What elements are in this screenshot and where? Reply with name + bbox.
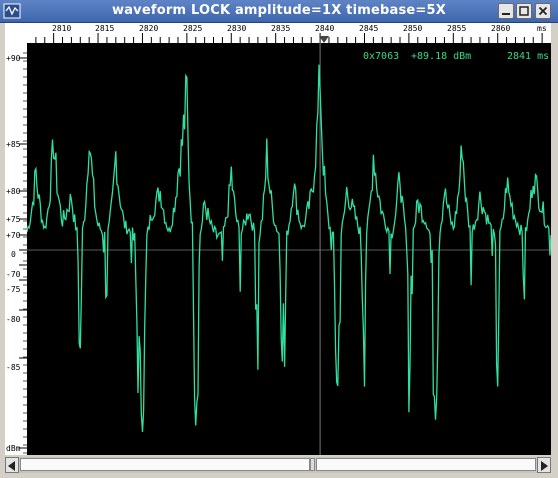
time-unit-label: ms <box>537 24 547 33</box>
waveform-plot[interactable]: 0x7063 +89.18 dBm 2841 ms <box>27 43 551 455</box>
horizontal-scrollbar[interactable] <box>5 457 551 473</box>
waveform-svg <box>27 43 551 455</box>
time-label-2815: 2815 <box>95 24 115 33</box>
level-label-plus70: +70 <box>6 231 21 240</box>
close-icon <box>538 6 548 16</box>
readout-time: 2841 ms <box>507 51 550 62</box>
scroll-right-button[interactable] <box>537 457 551 473</box>
time-ruler[interactable]: 2810 2815 2820 2825 2830 2835 2840 2845 … <box>27 23 551 44</box>
time-label-2835: 2835 <box>271 24 291 33</box>
scroll-thumb-grip[interactable] <box>310 458 315 471</box>
scroll-thumb-left[interactable] <box>20 458 310 471</box>
level-label-plus90: +90 <box>6 54 21 63</box>
level-label-plus85: +85 <box>6 140 21 149</box>
readout-address: 0x7063 <box>363 51 400 62</box>
maximize-button[interactable] <box>516 3 532 19</box>
time-label-2845: 2845 <box>359 24 379 33</box>
waveform-trace <box>27 64 551 433</box>
time-label-2860: 2860 <box>491 24 511 33</box>
minimize-button[interactable] <box>498 3 514 19</box>
waveform-window: waveform LOCK amplitude=1X timebase=5X 2… <box>0 0 558 478</box>
time-label-2830: 2830 <box>227 24 247 33</box>
time-label-2850: 2850 <box>403 24 423 33</box>
level-label-minus80: -80 <box>6 315 21 324</box>
scroll-left-button[interactable] <box>5 457 19 473</box>
level-label-minus85: -85 <box>6 363 21 372</box>
readout-level: +89.18 dBm <box>411 51 472 62</box>
level-label-plus75: +75 <box>6 215 21 224</box>
time-label-2810: 2810 <box>52 24 72 33</box>
maximize-icon <box>519 6 529 16</box>
ruler-corner <box>5 23 27 43</box>
level-label-plus80: +80 <box>6 187 21 196</box>
level-label-minus70: -70 <box>6 270 21 279</box>
level-label-minus75: -75 <box>6 285 21 294</box>
cursor-marker-icon[interactable] <box>319 36 329 43</box>
scroll-right-icon <box>541 461 548 471</box>
title-bar[interactable]: waveform LOCK amplitude=1X timebase=5X <box>0 0 558 23</box>
time-label-2820: 2820 <box>139 24 159 33</box>
time-label-2840: 2840 <box>315 24 335 33</box>
level-ruler-ticks <box>19 52 27 454</box>
waveform-line <box>27 64 551 433</box>
level-label-zero: 0 <box>11 250 16 259</box>
time-label-2855: 2855 <box>447 24 467 33</box>
close-button[interactable] <box>535 3 551 19</box>
level-unit-label: dBm <box>6 444 21 453</box>
level-ruler: +90 +85 +80 +75 +70 0 -70 -75 -80 -85 dB… <box>5 43 28 455</box>
minimize-icon <box>502 13 510 15</box>
scroll-thumb-right[interactable] <box>316 458 536 471</box>
scroll-left-icon <box>8 461 15 471</box>
time-label-2825: 2825 <box>183 24 203 33</box>
window-title: waveform LOCK amplitude=1X timebase=5X <box>112 3 446 18</box>
